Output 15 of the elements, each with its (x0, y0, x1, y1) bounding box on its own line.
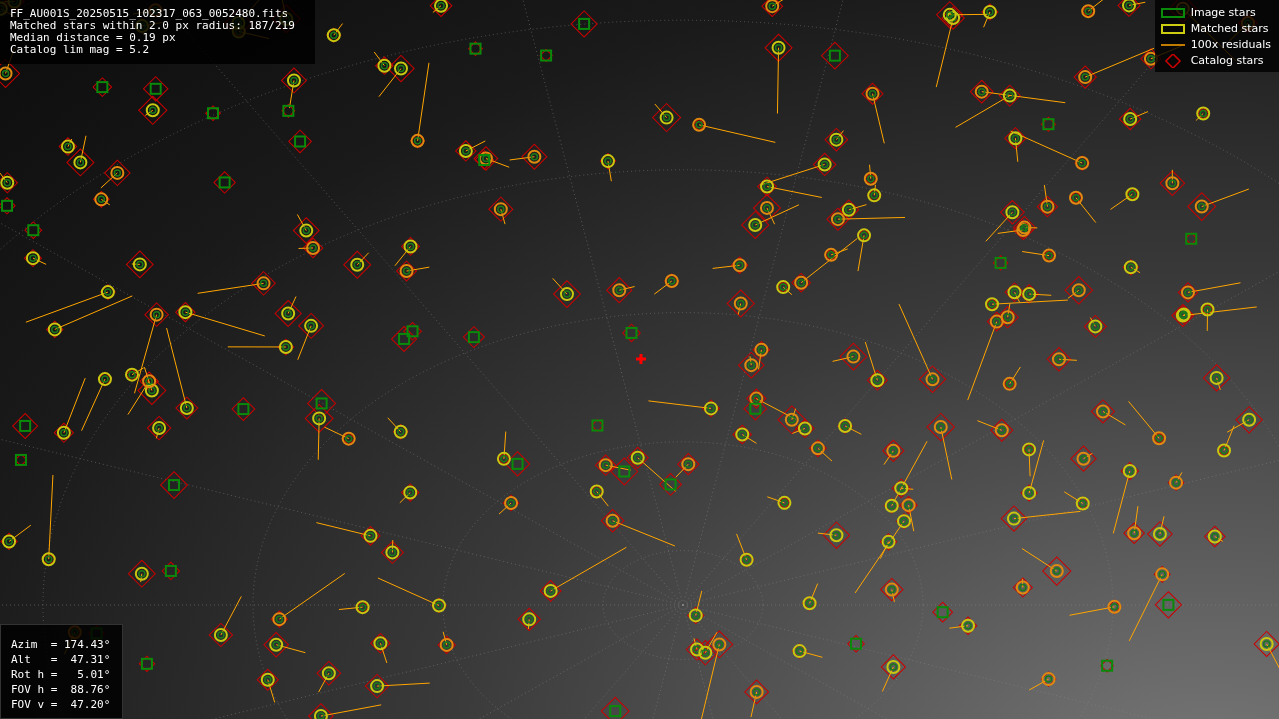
info-text: Matched stars within 2.0 px radius: 187/219 (10, 20, 295, 32)
legend-label: 100x residuals (1190, 38, 1271, 51)
pointing-text: Azim = 174.43° (11, 637, 111, 652)
pointing-text: FOV h = 88.76° (11, 682, 111, 697)
pointing-text: FOV v = 47.20° (11, 697, 111, 712)
legend-label: Image stars (1190, 6, 1256, 19)
info-text: FF_AU001S_20250515_102317_063_0052480.fits (10, 8, 290, 20)
info-text: Median distance = 0.19 px (10, 32, 177, 44)
info-text: Catalog lim mag = 5.2 (10, 44, 151, 56)
legend-label: Matched stars (1190, 22, 1269, 35)
pointing-text: Rot h = 5.01° (11, 667, 111, 682)
square-icon (1160, 6, 1185, 19)
square-icon (1160, 22, 1185, 35)
pointing-text: Alt = 47.31° (11, 652, 111, 667)
legend-label: Catalog stars (1190, 54, 1264, 67)
